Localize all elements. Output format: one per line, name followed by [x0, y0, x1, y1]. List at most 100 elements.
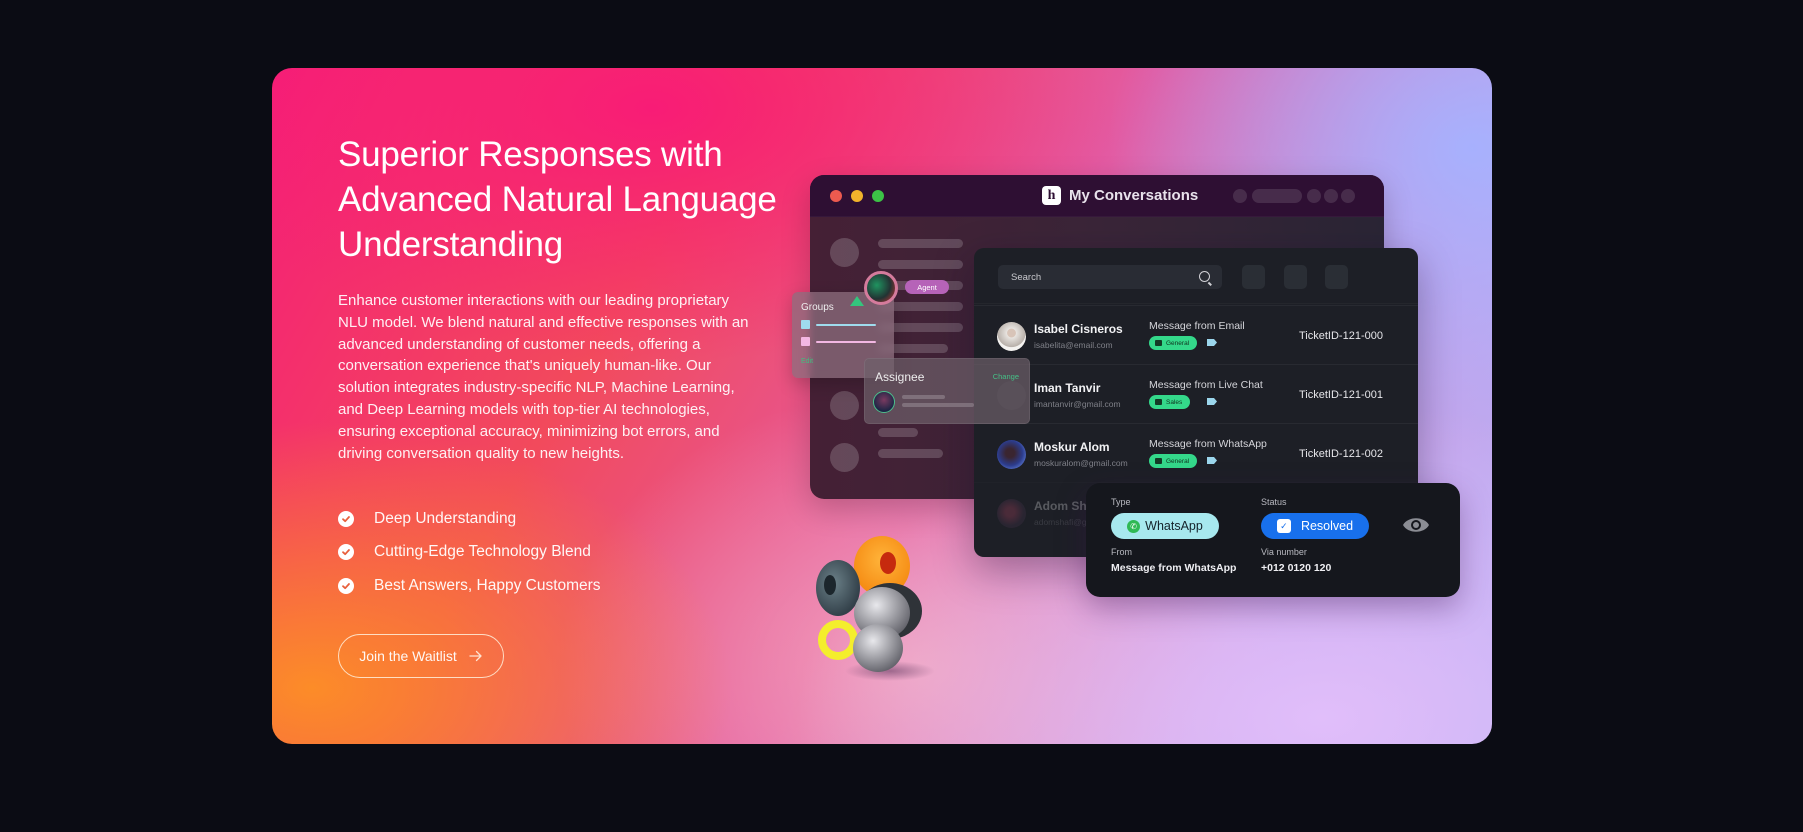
text-placeholder [878, 239, 963, 248]
message-source: Message from Live Chat [1149, 379, 1263, 391]
contact-avatar [997, 499, 1026, 528]
folder-icon [1155, 458, 1162, 464]
toolbar-button[interactable] [1325, 265, 1348, 289]
group-line [816, 341, 876, 343]
divider [974, 303, 1418, 304]
contact-name: Isabel Cisneros [1034, 322, 1123, 336]
hero-title: Superior Responses with Advanced Natural… [338, 135, 777, 264]
tag-label: General [1166, 457, 1190, 465]
hero-section: Superior Responses with Advanced Natural… [272, 68, 1492, 744]
group-line [816, 324, 876, 326]
contact-avatar [997, 322, 1026, 351]
folder-icon [1155, 399, 1162, 405]
tag-label: Sales [1166, 398, 1183, 406]
folder-icon [1155, 340, 1162, 346]
window-title-text: My Conversations [1069, 187, 1199, 204]
contact-name: Iman Tanvir [1034, 381, 1101, 395]
assignee-popup: Assignee Change [864, 358, 1030, 424]
ticket-id: TicketID-121-002 [1299, 448, 1383, 460]
titlebar-placeholder [1252, 189, 1302, 203]
ticket-row[interactable]: Iman Tanvir imantanvir@gmail.com Message… [974, 364, 1418, 423]
agent-badge: Agent [905, 280, 949, 294]
contact-avatar-placeholder [830, 443, 859, 472]
edit-link[interactable]: Edit [801, 358, 813, 365]
tag-badge[interactable]: Sales [1149, 395, 1191, 409]
from-label: From [1111, 547, 1132, 557]
titlebar-placeholder [1233, 189, 1247, 203]
search-icon[interactable] [1199, 271, 1210, 282]
assignee-avatar [873, 391, 895, 413]
toolbar-button[interactable] [1242, 265, 1265, 289]
ticket-id: TicketID-121-001 [1299, 389, 1383, 401]
titlebar-placeholder [1341, 189, 1355, 203]
feature-label: Cutting-Edge Technology Blend [374, 543, 591, 561]
checkbox-icon: ✓ [1276, 519, 1291, 533]
type-badge[interactable]: ✆ WhatsApp [1111, 513, 1219, 539]
contact-avatar [997, 440, 1026, 469]
agent-avatar [864, 271, 898, 305]
ticket-detail-card: Type ✆ WhatsApp Status ✓ Resolved From M… [1086, 483, 1460, 597]
tag-label: General [1166, 339, 1190, 347]
maximize-window-button[interactable] [872, 190, 884, 202]
join-waitlist-button[interactable]: Join the Waitlist [338, 634, 504, 678]
search-placeholder: Search [1011, 271, 1042, 283]
titlebar-placeholder [1307, 189, 1321, 203]
toolbar-button[interactable] [1284, 265, 1307, 289]
tag-badge[interactable]: General [1149, 454, 1198, 468]
label-icon[interactable] [1207, 339, 1217, 346]
search-input[interactable]: Search [998, 265, 1222, 289]
feature-list: Deep Understanding Cutting-Edge Technolo… [338, 502, 601, 603]
feature-item: Deep Understanding [338, 502, 601, 536]
status-label: Status [1261, 497, 1287, 507]
ticket-row[interactable]: Moskur Alom moskuralom@gmail.com Message… [974, 423, 1418, 482]
arrow-right-icon [469, 650, 482, 662]
group-swatch[interactable] [801, 320, 810, 329]
close-window-button[interactable] [830, 190, 842, 202]
assignee-label: Assignee [875, 370, 925, 384]
ticket-id: TicketID-121-000 [1299, 330, 1383, 342]
eye-icon[interactable] [1402, 514, 1430, 536]
feature-item: Cutting-Edge Technology Blend [338, 536, 601, 570]
feature-item: Best Answers, Happy Customers [338, 569, 601, 603]
contact-avatar-placeholder [830, 391, 859, 420]
hero-description: Enhance customer interactions with our l… [338, 292, 749, 462]
message-source: Message from WhatsApp [1149, 438, 1267, 450]
contact-email: imantanvir@gmail.com [1034, 399, 1121, 409]
tag-badge[interactable]: General [1149, 336, 1198, 350]
window-titlebar: h My Conversations [810, 175, 1384, 217]
ticket-row[interactable]: Isabel Cisneros isabelita@email.com Mess… [974, 305, 1418, 364]
contact-avatar-placeholder [830, 238, 859, 267]
check-circle-icon [338, 577, 354, 594]
app-logo-icon: h [1042, 186, 1061, 205]
text-placeholder [902, 395, 945, 399]
feature-label: Best Answers, Happy Customers [374, 576, 601, 594]
window-title: h My Conversations [1042, 186, 1198, 205]
via-number-value: +012 0120 120 [1261, 562, 1332, 574]
text-placeholder [878, 260, 963, 269]
contact-email: moskuralom@gmail.com [1034, 458, 1128, 468]
type-label: Type [1111, 497, 1131, 507]
message-source: Message from Email [1149, 320, 1245, 332]
change-link[interactable]: Change [993, 372, 1019, 381]
check-circle-icon [338, 510, 354, 527]
contact-name: Moskur Alom [1034, 440, 1110, 454]
contact-email: isabelita@email.com [1034, 340, 1113, 350]
group-swatch[interactable] [801, 337, 810, 346]
minimize-window-button[interactable] [851, 190, 863, 202]
check-circle-icon [338, 544, 354, 561]
text-placeholder [878, 449, 943, 458]
label-icon[interactable] [1207, 457, 1217, 464]
label-icon[interactable] [1207, 398, 1217, 405]
status-badge[interactable]: ✓ Resolved [1261, 513, 1369, 539]
via-number-label: Via number [1261, 547, 1307, 557]
text-placeholder [902, 403, 974, 407]
text-placeholder [878, 428, 918, 437]
groups-label: Groups [801, 302, 834, 313]
decorative-3d-shape [816, 536, 935, 681]
from-value: Message from WhatsApp [1111, 562, 1237, 574]
feature-label: Deep Understanding [374, 509, 517, 527]
join-waitlist-label: Join the Waitlist [359, 648, 457, 664]
type-value: WhatsApp [1145, 519, 1203, 533]
triangle-icon [850, 296, 864, 306]
titlebar-placeholder [1324, 189, 1338, 203]
